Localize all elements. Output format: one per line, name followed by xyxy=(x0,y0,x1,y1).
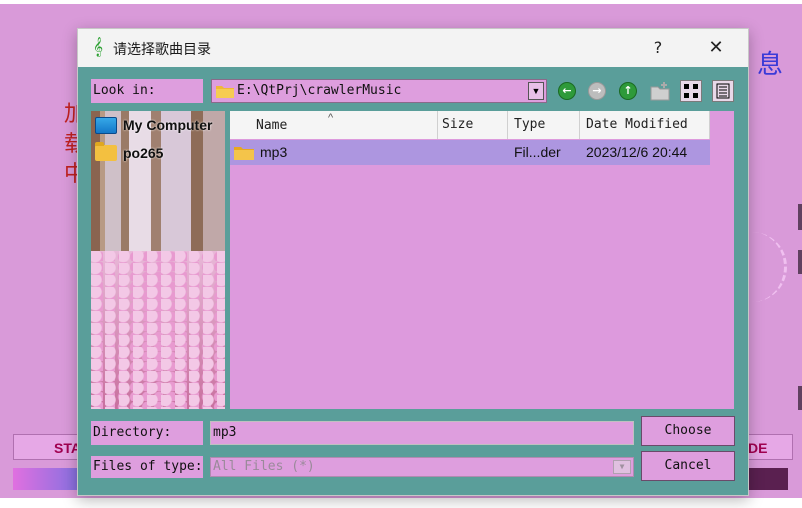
file-type-combo[interactable]: All Files (*) ▼ xyxy=(210,457,634,477)
sidebar-item-po265[interactable]: po265 xyxy=(95,142,163,164)
background-right-edge xyxy=(798,250,802,274)
column-header-size[interactable]: Size xyxy=(438,111,508,139)
column-header-label: Name xyxy=(256,118,288,133)
cancel-button[interactable]: Cancel xyxy=(641,451,735,481)
file-type-value: All Files (*) xyxy=(213,459,315,474)
new-folder-button[interactable] xyxy=(649,80,671,102)
file-date-modified: 2023/12/6 20:44 xyxy=(586,144,688,160)
forward-button[interactable]: → xyxy=(586,80,608,102)
column-header-name[interactable]: ^ Name xyxy=(230,111,438,139)
music-note-icon: 𝄞 xyxy=(92,37,104,57)
back-icon: ← xyxy=(558,82,576,100)
sidebar-item-label: My Computer xyxy=(123,117,213,133)
chevron-down-icon[interactable]: ▼ xyxy=(528,82,544,100)
folder-icon xyxy=(95,142,117,161)
choose-button[interactable]: Choose xyxy=(641,416,735,446)
folder-icon xyxy=(216,86,234,98)
new-folder-icon xyxy=(650,82,670,101)
background-left-text: 加载中 xyxy=(64,102,78,187)
title-bar[interactable]: 𝄞 请选择歌曲目录 ? ✕ xyxy=(78,29,748,67)
background-top-strip xyxy=(0,0,802,4)
look-in-label: Look in: xyxy=(91,79,203,103)
directory-label: Directory: xyxy=(91,421,203,445)
background-right-text: 息 xyxy=(757,50,784,80)
forward-icon: → xyxy=(588,82,606,100)
look-in-combo[interactable]: E:\QtPrj\crawlerMusic ▼ xyxy=(211,79,547,103)
sidebar-item-my-computer[interactable]: My Computer xyxy=(95,114,212,136)
table-row[interactable]: mp3 Fil...der 2023/12/6 20:44 xyxy=(230,140,710,165)
directory-input[interactable]: mp3 xyxy=(210,421,634,445)
list-view-button[interactable] xyxy=(680,80,702,102)
look-in-path: E:\QtPrj\crawlerMusic xyxy=(237,83,402,98)
column-header-type[interactable]: Type xyxy=(508,111,580,139)
background-right-edge xyxy=(798,204,802,230)
monitor-icon xyxy=(95,116,117,134)
parent-dir-icon: ↑ xyxy=(619,82,637,100)
column-header-date[interactable]: Date Modified xyxy=(580,111,710,139)
file-type: Fil...der xyxy=(514,144,561,160)
background-progress-bar xyxy=(13,468,83,490)
detail-view-icon xyxy=(716,83,730,99)
sidebar-background-image xyxy=(91,251,225,409)
background-bottom-strip xyxy=(0,498,802,508)
sidebar-item-label: po265 xyxy=(123,145,164,161)
folder-icon xyxy=(234,147,254,160)
background-start-button[interactable]: STA xyxy=(13,434,83,460)
sidebar: My Computer po265 xyxy=(91,111,225,409)
file-type-label: Files of type: xyxy=(91,456,203,478)
file-list[interactable]: ^ Name Size Type Date Modified mp3 Fil..… xyxy=(230,111,734,409)
file-name: mp3 xyxy=(260,144,288,160)
close-button[interactable]: ✕ xyxy=(696,33,736,63)
chevron-down-icon[interactable]: ▼ xyxy=(613,460,631,474)
list-view-icon xyxy=(684,84,698,98)
dialog-title: 请选择歌曲目录 xyxy=(113,42,211,58)
parent-directory-button[interactable]: ↑ xyxy=(617,80,639,102)
background-right-edge xyxy=(798,386,802,410)
sort-ascending-icon: ^ xyxy=(328,112,334,124)
file-dialog: 𝄞 请选择歌曲目录 ? ✕ Look in: E:\QtPrj\crawlerM… xyxy=(77,28,749,496)
back-button[interactable]: ← xyxy=(556,80,578,102)
background-dial[interactable] xyxy=(744,232,787,302)
help-button[interactable]: ? xyxy=(638,33,678,63)
detail-view-button[interactable] xyxy=(712,80,734,102)
